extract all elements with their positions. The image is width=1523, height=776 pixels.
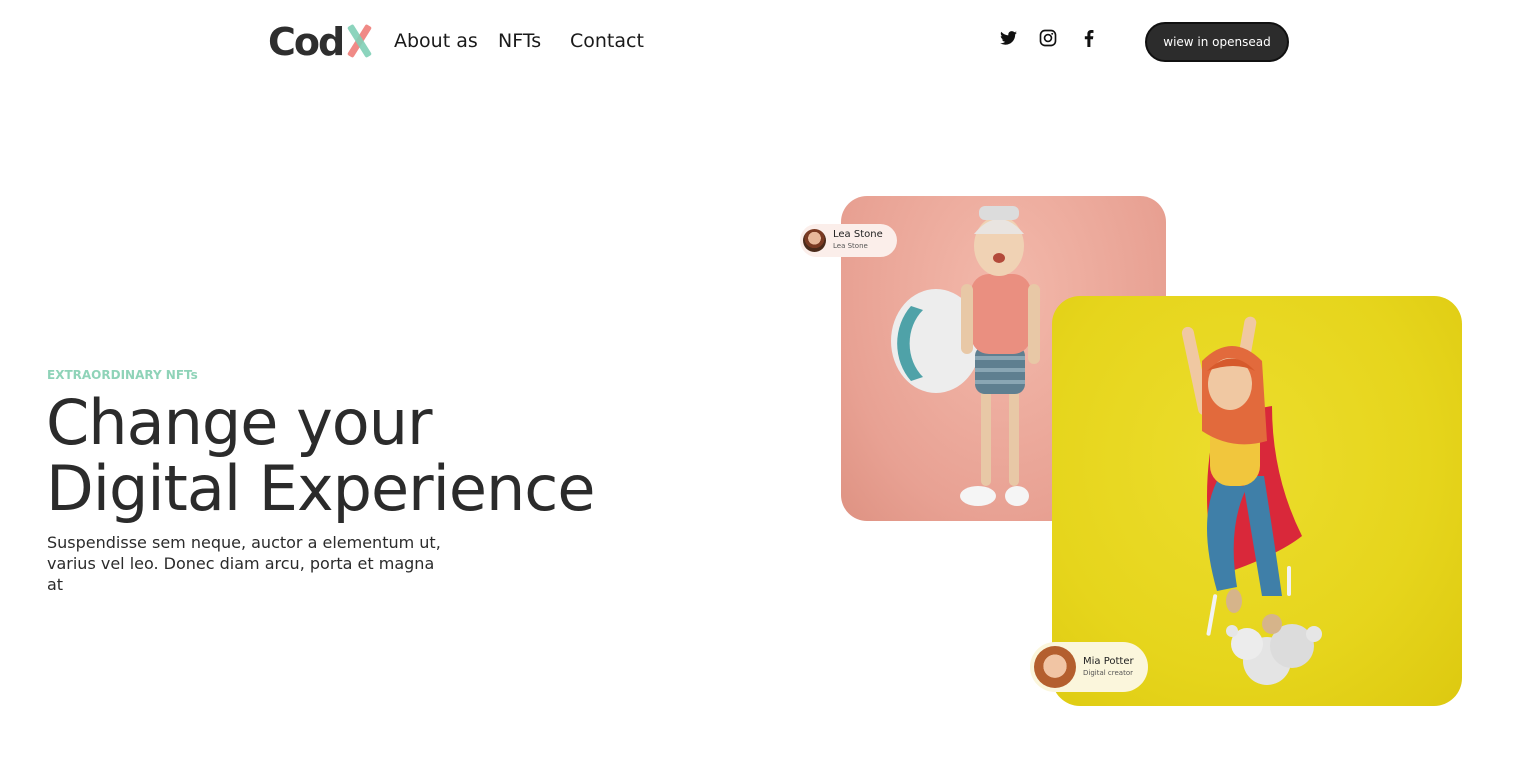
subtitle-line-2: varius vel leo. Donec diam arcu, porta e… bbox=[47, 554, 435, 594]
creator-role: Digital creator bbox=[1083, 668, 1134, 677]
hero-subtitle: Suspendisse sem neque, auctor a elementu… bbox=[47, 532, 447, 595]
creator-role: Lea Stone bbox=[833, 242, 868, 250]
hero-headline: Change your Digital Experience bbox=[46, 390, 646, 522]
logo-text: Cod bbox=[268, 20, 345, 64]
nav-about[interactable]: About as bbox=[394, 30, 478, 52]
nav-contact[interactable]: Contact bbox=[570, 30, 644, 52]
avatar bbox=[803, 229, 826, 252]
headline-line-1: Change your bbox=[46, 386, 433, 459]
logo[interactable]: Cod bbox=[268, 20, 373, 64]
instagram-icon[interactable] bbox=[1038, 28, 1058, 48]
creator-tag-mia[interactable]: Mia Potter Digital creator bbox=[1030, 642, 1148, 692]
facebook-icon[interactable] bbox=[1079, 28, 1099, 48]
nav-nfts[interactable]: NFTs bbox=[498, 30, 541, 52]
avatar bbox=[1034, 646, 1076, 688]
logo-x-mark bbox=[345, 23, 373, 59]
subtitle-line-1: Suspendisse sem neque, auctor a elementu… bbox=[47, 533, 441, 552]
hero-eyebrow: EXTRAORDINARY NFTs bbox=[47, 368, 198, 382]
creator-name: Lea Stone bbox=[833, 229, 883, 240]
creator-tag-lea[interactable]: Lea Stone Lea Stone bbox=[800, 224, 897, 257]
twitter-icon[interactable] bbox=[998, 28, 1018, 48]
headline-line-2: Digital Experience bbox=[46, 452, 596, 525]
creator-name: Mia Potter bbox=[1083, 655, 1134, 667]
view-opensea-button[interactable]: wiew in opensead bbox=[1145, 22, 1289, 62]
